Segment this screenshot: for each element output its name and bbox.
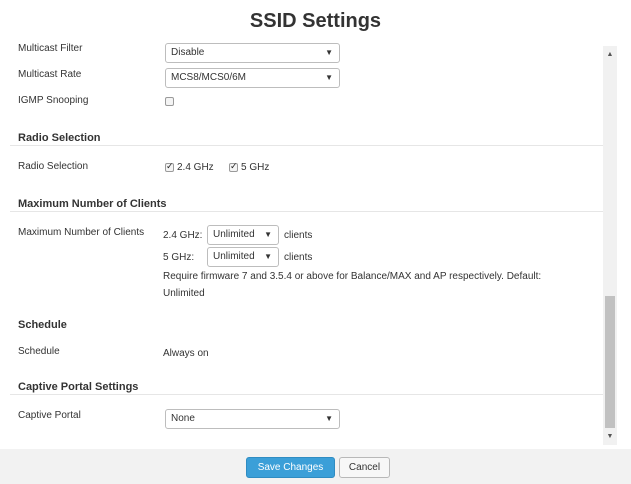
radio-24ghz-checkbox[interactable]: [165, 161, 174, 172]
scroll-down-icon[interactable]: ▼: [603, 430, 617, 444]
multicast-filter-label: Multicast Filter: [18, 43, 83, 54]
multicast-rate-label: Multicast Rate: [18, 69, 82, 80]
multicast-rate-value: MCS8/MCS0/6M: [171, 72, 247, 83]
multicast-rate-select[interactable]: MCS8/MCS0/6M ▼: [165, 68, 340, 88]
section-divider: [10, 211, 603, 212]
captive-portal-select[interactable]: None ▼: [165, 409, 340, 429]
dialog-footer: Save Changes Cancel: [0, 449, 631, 484]
max-clients-5ghz-label: 5 GHz:: [163, 252, 195, 263]
chevron-down-icon: ▼: [264, 252, 272, 261]
captive-portal-value: None: [171, 413, 195, 424]
scroll-up-icon[interactable]: ▲: [603, 48, 617, 62]
schedule-heading: Schedule: [18, 319, 67, 331]
schedule-value: Always on: [163, 348, 209, 359]
multicast-filter-value: Disable: [171, 47, 205, 58]
schedule-label: Schedule: [18, 346, 60, 357]
max-clients-5ghz-value: Unlimited: [213, 251, 255, 262]
section-divider: [10, 394, 603, 395]
chevron-down-icon: ▼: [325, 73, 333, 82]
save-changes-button[interactable]: Save Changes: [246, 457, 335, 478]
max-clients-5ghz-select[interactable]: Unlimited ▼: [207, 247, 279, 267]
multicast-filter-select[interactable]: Disable ▼: [165, 43, 340, 63]
max-clients-24ghz-label: 2.4 GHz:: [163, 230, 203, 241]
igmp-snooping-label: IGMP Snooping: [18, 95, 89, 106]
captive-portal-label: Captive Portal: [18, 410, 81, 421]
max-clients-24ghz-unit: clients: [284, 230, 313, 241]
max-clients-heading: Maximum Number of Clients: [18, 198, 167, 210]
max-clients-note-default: Unlimited: [163, 288, 205, 299]
chevron-down-icon: ▼: [325, 414, 333, 423]
radio-24ghz-label: 2.4 GHz: [177, 162, 214, 173]
radio-5ghz-label: 5 GHz: [241, 162, 270, 173]
igmp-snooping-checkbox[interactable]: [165, 97, 174, 106]
radio-5ghz-checkbox[interactable]: [229, 161, 238, 172]
dialog-title: SSID Settings: [249, 10, 382, 32]
chevron-down-icon: ▼: [264, 230, 272, 239]
settings-form: Multicast Filter Disable ▼ Multicast Rat…: [0, 40, 603, 445]
max-clients-note: Require firmware 7 and 3.5.4 or above fo…: [163, 271, 542, 282]
max-clients-24ghz-select[interactable]: Unlimited ▼: [207, 225, 279, 245]
section-divider: [10, 145, 603, 146]
captive-portal-heading: Captive Portal Settings: [18, 381, 139, 393]
max-clients-24ghz-value: Unlimited: [213, 229, 255, 240]
scrollbar-thumb[interactable]: [605, 296, 615, 428]
cancel-button[interactable]: Cancel: [339, 457, 390, 478]
max-clients-5ghz-unit: clients: [284, 252, 313, 263]
chevron-down-icon: ▼: [325, 48, 333, 57]
radio-selection-heading: Radio Selection: [18, 132, 101, 144]
vertical-scrollbar[interactable]: ▲ ▼: [603, 46, 617, 445]
max-clients-label: Maximum Number of Clients: [18, 227, 145, 238]
radio-selection-label: Radio Selection: [18, 161, 89, 172]
